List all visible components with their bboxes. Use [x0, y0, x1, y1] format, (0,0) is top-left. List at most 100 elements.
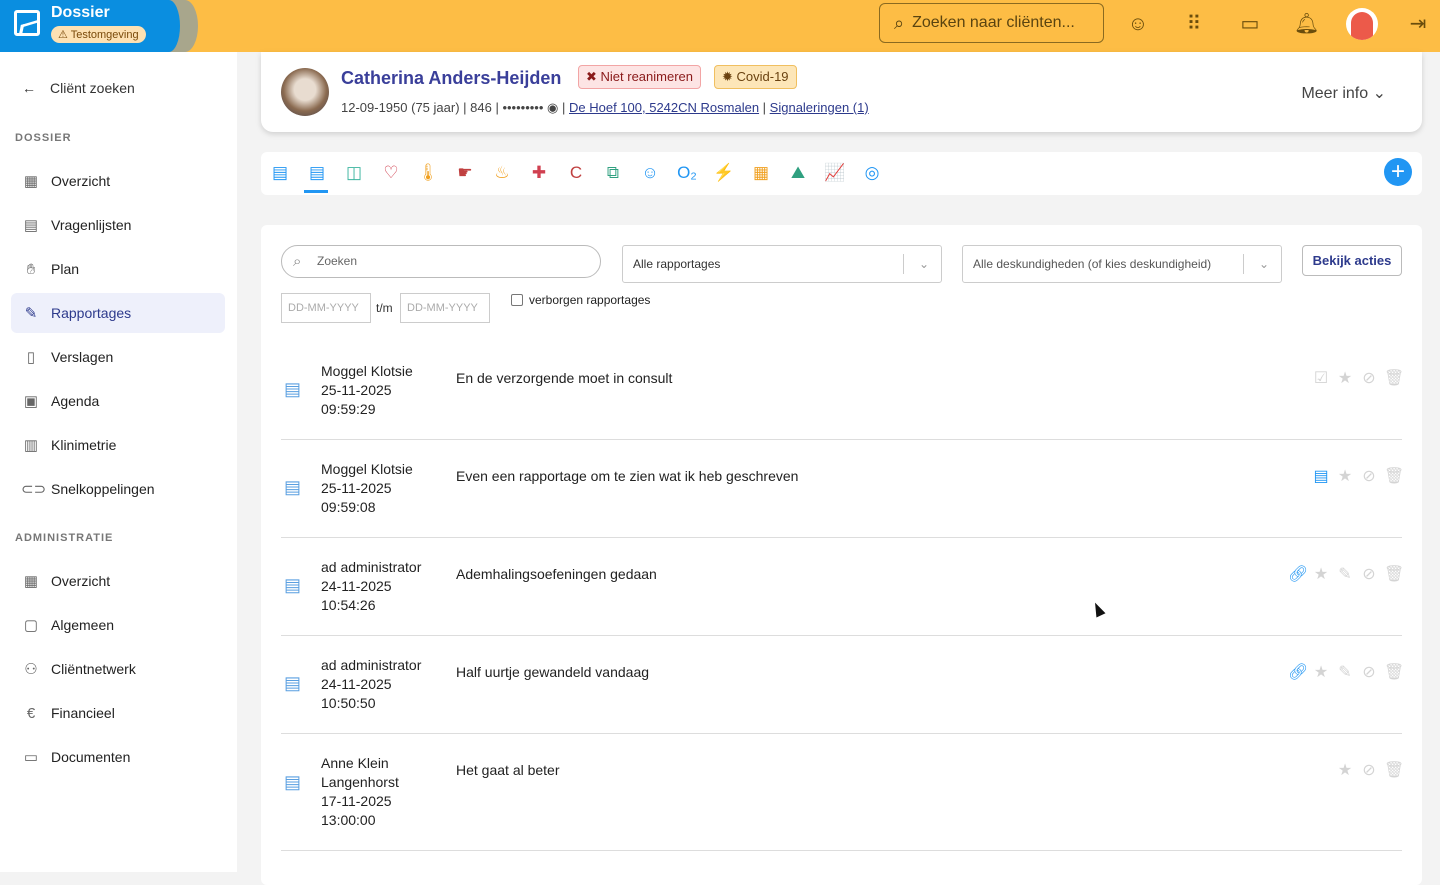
report-search-input[interactable]: ⌕ Zoeken: [281, 245, 601, 278]
top-bar: Dossier ⚠ Testomgeving ⌕ Zoeken naar clië…: [0, 0, 1440, 52]
more-info-button[interactable]: Meer info ⌄: [1301, 83, 1386, 103]
trash-icon[interactable]: 🗑︎: [1384, 760, 1404, 780]
smile-plus-icon[interactable]: ☺: [1126, 12, 1150, 36]
apps-grid-icon[interactable]: ⠿: [1182, 12, 1206, 36]
pain-icon[interactable]: ⚡: [713, 162, 735, 184]
report-row[interactable]: ▤ ad administrator 24-11-2025 10:54:26 Ade…: [281, 538, 1404, 636]
sidebar-item-algemeen[interactable]: ▢ Algemeen: [11, 605, 225, 645]
sidebar-item-plan[interactable]: ✋︎ Plan: [11, 249, 225, 289]
edit-icon[interactable]: ✎: [1336, 662, 1354, 682]
star-icon[interactable]: ★: [1312, 662, 1330, 682]
sidebar-item-cliëntnetwerk[interactable]: ⚇ Cliëntnetwerk: [11, 649, 225, 689]
hide-icon[interactable]: ⊘: [1360, 368, 1378, 388]
sidebar-item-agenda[interactable]: ▣ Agenda: [11, 381, 225, 421]
hand-icon[interactable]: ☛: [454, 162, 476, 184]
attachment-icon[interactable]: 🔗︎: [1288, 564, 1308, 584]
date-to-input[interactable]: DD-MM-YYYY: [400, 293, 490, 323]
c-icon[interactable]: C: [565, 162, 587, 184]
sidebar-item-overzicht[interactable]: ▦ Overzicht: [11, 161, 225, 201]
sidebar-item-klinimetrie[interactable]: ▥ Klinimetrie: [11, 425, 225, 465]
document-icon[interactable]: ▤: [1312, 466, 1330, 486]
sidebar-item-documenten[interactable]: ▭ Documenten: [11, 737, 225, 777]
sidebar-item-snelkoppelingen[interactable]: ⊂⊃ Snelkoppelingen: [11, 469, 225, 509]
patient-header: Catherina Anders-Heijden ✖︎ Niet reanime…: [261, 52, 1422, 132]
date-from-input[interactable]: DD-MM-YYYY: [281, 293, 371, 323]
trash-icon[interactable]: 🗑︎: [1384, 564, 1404, 584]
app-title: Dossier: [51, 4, 110, 21]
oxygen-icon[interactable]: O₂: [676, 162, 698, 184]
sidebar-item-overzicht[interactable]: ▦ Overzicht: [11, 561, 225, 601]
trash-icon[interactable]: 🗑︎: [1384, 466, 1404, 486]
star-icon[interactable]: ★: [1336, 760, 1354, 780]
user-avatar[interactable]: [1346, 8, 1378, 40]
report-type-select[interactable]: Alle rapportages ⌄: [622, 245, 942, 283]
report-document-icon: ▤: [284, 772, 302, 792]
report-actions: ★ ⊘ 🗑︎: [1336, 760, 1404, 780]
bell-icon[interactable]: 🔔︎: [1294, 12, 1319, 36]
star-icon[interactable]: ★: [1312, 564, 1330, 584]
hidden-reports-checkbox[interactable]: verborgen rapportages: [511, 293, 650, 307]
thermometer-icon[interactable]: 🌡: [417, 162, 439, 184]
report-icon[interactable]: ▤: [306, 162, 328, 184]
line-chart-icon[interactable]: 📈: [824, 162, 846, 184]
hide-icon[interactable]: ⊘: [1360, 466, 1378, 486]
sidebar-item-label: Overzicht: [51, 573, 111, 589]
back-to-client-search[interactable]: ← Cliënt zoeken: [22, 80, 135, 96]
camera-icon[interactable]: ◎: [861, 162, 883, 184]
check-copy-icon[interactable]: ☑: [1312, 368, 1330, 388]
hide-icon[interactable]: ⊘: [1360, 564, 1378, 584]
expertise-select[interactable]: Alle deskundigheden (of kies deskundighe…: [962, 245, 1282, 283]
checkbox[interactable]: [511, 294, 523, 306]
trash-icon[interactable]: 🗑︎: [1384, 368, 1404, 388]
sidebar-item-financieel[interactable]: € Financieel: [11, 693, 225, 733]
patient-photo: [281, 68, 329, 116]
report-date: 25-11-2025: [321, 382, 392, 398]
star-icon[interactable]: ★: [1336, 368, 1354, 388]
checkbox-label: verborgen rapportages: [529, 293, 651, 307]
add-button[interactable]: +: [1384, 158, 1412, 186]
toilet-icon[interactable]: ♨: [491, 162, 513, 184]
soep-icon[interactable]: ▦: [750, 162, 772, 184]
trash-icon[interactable]: 🗑︎: [1384, 662, 1404, 682]
address-link[interactable]: De Hoef 100, 5242CN Rosmalen: [569, 100, 759, 115]
edit-icon[interactable]: ✎: [1336, 564, 1354, 584]
report-row[interactable]: ▤ Moggel Klotsie 25-11-2025 09:59:29 En de…: [281, 342, 1404, 440]
sidebar: ← Cliënt zoeken DOSSIER ▦ Overzicht ▤ Vragen…: [0, 52, 237, 872]
sidebar-item-rapportages[interactable]: ✎ Rapportages: [11, 293, 225, 333]
chat-icon[interactable]: ▭: [1238, 12, 1262, 36]
signals-link[interactable]: Signaleringen (1): [770, 100, 869, 115]
report-row[interactable]: ▤ ad administrator 24-11-2025 10:50:50 Hal…: [281, 636, 1404, 734]
sidebar-item-vragenlijsten[interactable]: ▤ Vragenlijsten: [11, 205, 225, 245]
hide-icon[interactable]: ⊘: [1360, 760, 1378, 780]
stool-icon[interactable]: ⛰: [787, 162, 809, 184]
eye-icon[interactable]: ◉: [547, 100, 558, 115]
heart-rate-icon[interactable]: ♡: [380, 162, 402, 184]
report-meta: ad administrator 24-11-2025 10:50:50: [321, 656, 441, 713]
chevron-down-icon: ⌄: [1258, 257, 1269, 271]
attachment-icon[interactable]: 🔗︎: [1288, 662, 1308, 682]
tag-dnr: ✖︎ Niet reanimeren: [578, 65, 702, 89]
report-text: Het gaat al beter: [456, 762, 560, 778]
report-document-icon: ▤: [284, 673, 302, 693]
sidebar-item-verslagen[interactable]: ▯ Verslagen: [11, 337, 225, 377]
report-text: En de verzorgende moet in consult: [456, 370, 673, 386]
report-actions: 🔗︎ ★ ✎ ⊘ 🗑︎: [1288, 662, 1404, 682]
client-search-input[interactable]: ⌕ Zoeken naar cliënten...: [879, 3, 1104, 43]
scale-icon[interactable]: ◫: [343, 162, 365, 184]
report-row[interactable]: ▤ Moggel Klotsie 25-11-2025 09:59:08 Even …: [281, 440, 1404, 538]
logout-icon[interactable]: ⇥: [1406, 12, 1430, 36]
cross-icon[interactable]: ✚: [528, 162, 550, 184]
view-actions-button[interactable]: Bekijk acties: [1302, 245, 1402, 276]
transfer-icon[interactable]: ⧉: [602, 162, 624, 184]
report-text: Even een rapportage om te zien wat ik he…: [456, 468, 799, 484]
star-icon[interactable]: ★: [1336, 466, 1354, 486]
smiley-icon[interactable]: ☺: [639, 162, 661, 184]
report-meta: Moggel Klotsie 25-11-2025 09:59:29: [321, 362, 441, 419]
sidebar-item-label: Rapportages: [51, 305, 132, 321]
date-separator: t/m: [376, 301, 393, 315]
dossier-logo-icon: [14, 10, 40, 36]
brand[interactable]: Dossier ⚠ Testomgeving: [0, 0, 180, 52]
report-row[interactable]: ▤ Anne Klein Langenhorst 17-11-2025 13:00:…: [281, 734, 1404, 851]
document-icon[interactable]: ▤: [269, 162, 291, 184]
hide-icon[interactable]: ⊘: [1360, 662, 1378, 682]
